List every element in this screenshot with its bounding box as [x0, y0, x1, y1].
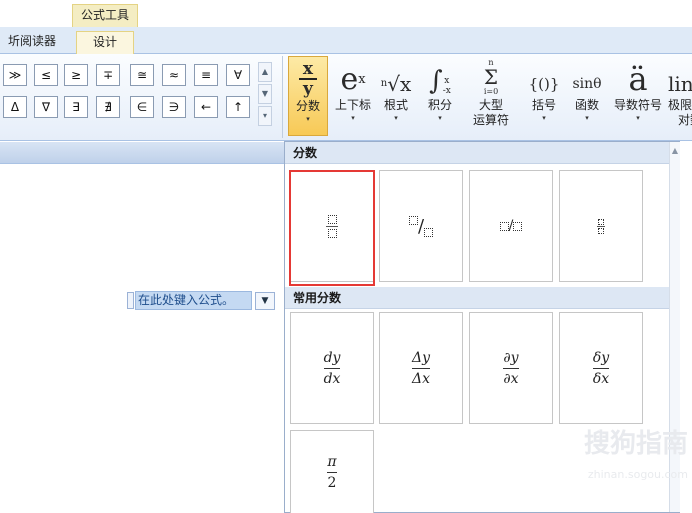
linear-fraction-option[interactable]: /	[469, 170, 553, 282]
equation-drag-handle[interactable]	[127, 292, 134, 309]
chevron-down-icon: ▾	[306, 115, 310, 123]
denominator: ∂x	[503, 370, 519, 387]
small-fraction-option[interactable]	[559, 170, 643, 282]
symbol-element-of[interactable]: ∈	[130, 96, 154, 118]
section-title-fraction: 分数	[285, 142, 669, 164]
skewed-fraction-option[interactable]: /	[379, 170, 463, 282]
symbols-more-icon[interactable]: ▾	[258, 106, 272, 126]
watermark-url: zhinan.sogou.com	[587, 468, 688, 481]
symbol-congruent[interactable]: ≅	[130, 64, 154, 86]
common-fraction-pi-over-2[interactable]: π2	[290, 430, 374, 513]
equation-options-dropdown[interactable]: ▼	[255, 292, 275, 310]
symbols-scroll-up-icon[interactable]: ▲	[258, 62, 272, 82]
script-label: 上下标	[334, 98, 371, 112]
numerator: Δy	[411, 349, 431, 366]
symbol-much-greater[interactable]: ≫	[3, 64, 27, 86]
symbol-for-all[interactable]: ∀	[226, 64, 250, 86]
document-ruler-bar	[0, 142, 284, 164]
tab-design[interactable]: 设计	[76, 31, 134, 54]
denominator: 2	[327, 474, 337, 491]
ribbon-tab-row: 圻阅读器 设计	[0, 27, 692, 54]
equation-input[interactable]: 在此处键入公式。	[135, 291, 252, 310]
symbol-greater-equal[interactable]: ≥	[64, 64, 88, 86]
symbol-approx[interactable]: ≈	[162, 64, 186, 86]
script-button[interactable]: ex 上下标 ▾	[330, 56, 376, 136]
fraction-button[interactable]: xy 分数 ▾	[288, 56, 328, 136]
symbol-less-equal[interactable]: ≤	[34, 64, 58, 86]
integral-button[interactable]: ∫ x -x 积分 ▾	[420, 56, 460, 136]
radical-label: 根式	[383, 98, 408, 112]
chevron-down-icon: ▾	[438, 114, 442, 122]
chevron-down-icon: ▾	[585, 114, 589, 122]
limit-icon: lin	[668, 72, 692, 96]
symbol-identical[interactable]: ≡	[194, 64, 218, 86]
symbol-contains[interactable]: ∋	[162, 96, 186, 118]
numerator: ∂y	[503, 349, 519, 366]
symbol-nabla[interactable]: ∇	[34, 96, 58, 118]
tab-reader[interactable]: 圻阅读器	[0, 31, 64, 54]
large-operator-button[interactable]: n Σi=0 大型 运算符	[464, 56, 518, 136]
integral-icon: ∫ x -x	[429, 66, 451, 96]
bracket-icon: {()}	[528, 75, 560, 93]
equation-tools-context-tab: 公式工具	[72, 4, 138, 27]
numerator: π	[327, 453, 337, 470]
function-icon: sinθ	[572, 76, 602, 92]
denominator: Δx	[411, 370, 430, 387]
stacked-fraction-option[interactable]	[290, 170, 374, 282]
symbol-minus-plus[interactable]: ∓	[96, 64, 120, 86]
denominator: dx	[323, 370, 341, 387]
symbol-up-arrow[interactable]: ↑	[226, 96, 250, 118]
common-fraction-delta[interactable]: Δy Δx	[379, 312, 463, 424]
fraction-icon: xy	[289, 57, 327, 98]
common-fraction-partial[interactable]: ∂y ∂x	[469, 312, 553, 424]
symbol-delta[interactable]: Δ	[3, 96, 27, 118]
common-fraction-small-delta[interactable]: δy δx	[559, 312, 643, 424]
function-label: 函数	[574, 98, 599, 112]
chevron-down-icon: ▾	[351, 114, 355, 122]
symbol-exists[interactable]: ∃	[64, 96, 88, 118]
chevron-down-icon: ▾	[542, 114, 546, 122]
accent-icon: ä	[628, 60, 648, 98]
chevron-down-icon: ▾	[636, 114, 640, 122]
radical-icon: n √x	[380, 72, 412, 96]
numerator: δy	[592, 349, 610, 366]
fraction-label: 分数	[295, 99, 320, 113]
large-operator-label: 大型	[478, 98, 503, 112]
document-area[interactable]	[0, 142, 284, 513]
symbol-not-exists[interactable]: ∄	[96, 96, 120, 118]
numerator: dy	[323, 349, 341, 366]
accent-button[interactable]: ä 导数符号 ▾	[610, 56, 666, 136]
ribbon-separator	[282, 56, 283, 138]
section-title-common-fraction: 常用分数	[285, 287, 669, 309]
limit-log-label-2: 对数	[678, 113, 692, 127]
common-fraction-dy-dx[interactable]: dy dx	[290, 312, 374, 424]
accent-label: 导数符号	[613, 98, 662, 112]
large-operator-label-2: 运算符	[472, 113, 509, 127]
radical-button[interactable]: n √x 根式 ▾	[378, 56, 414, 136]
denominator: δx	[592, 370, 610, 387]
summation-icon: n Σi=0	[483, 58, 499, 96]
bracket-label: 括号	[531, 98, 556, 112]
limit-log-label: 极限	[668, 98, 692, 112]
bracket-button[interactable]: {()} 括号 ▾	[522, 56, 566, 136]
script-icon: ex	[340, 62, 366, 97]
function-button[interactable]: sinθ 函数 ▾	[566, 56, 608, 136]
chevron-down-icon: ▾	[394, 114, 398, 122]
symbols-scroll-down-icon[interactable]: ▼	[258, 84, 272, 104]
scroll-up-icon[interactable]: ▲	[670, 142, 680, 160]
integral-label: 积分	[427, 98, 452, 112]
limit-log-button[interactable]: lin 极限 对数	[668, 56, 692, 136]
symbol-left-arrow[interactable]: ←	[194, 96, 218, 118]
